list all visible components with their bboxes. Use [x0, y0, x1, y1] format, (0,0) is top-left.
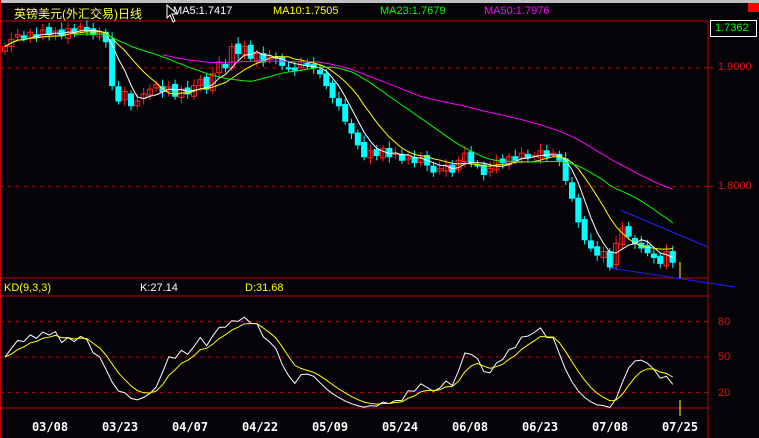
k-value: K:27.14 — [140, 282, 178, 294]
candle-down — [83, 27, 90, 31]
ma50-line — [162, 54, 673, 190]
chart-canvas[interactable] — [0, 0, 759, 438]
kd-tick-80: 80 — [718, 316, 731, 328]
candle-down — [606, 251, 613, 268]
x-tick: 06/23 — [521, 420, 559, 434]
candle-down — [650, 253, 657, 258]
candle-down — [317, 69, 323, 75]
candle-down — [304, 62, 311, 66]
candle-down — [575, 197, 582, 223]
candle-down — [285, 67, 292, 70]
kd-tick-50: 50 — [718, 351, 731, 363]
x-tick: 07/25 — [661, 420, 699, 434]
x-tick: 07/08 — [591, 420, 629, 434]
chart-title: 英镑美元(外汇交易)日线 — [14, 7, 142, 21]
x-tick: 05/09 — [311, 420, 349, 434]
candle-down — [109, 38, 116, 87]
candle-down — [411, 157, 418, 164]
candle-down — [594, 246, 601, 256]
candle-down — [361, 142, 368, 158]
candle-down — [291, 67, 298, 71]
x-tick: 06/08 — [451, 420, 489, 434]
candle-down — [342, 104, 349, 122]
x-tick: 04/22 — [241, 420, 279, 434]
candle-down — [335, 98, 342, 107]
candle-down — [474, 164, 481, 167]
ma5-line — [4, 29, 674, 258]
candle-down — [323, 73, 330, 87]
candle-down — [587, 240, 594, 249]
corner-indicator[interactable] — [748, 3, 759, 12]
x-tick: 03/08 — [31, 420, 69, 434]
forex-chart-window: 英镑美元(外汇交易)日线 MA5:1.7417 MA10:1.7505 MA23… — [0, 0, 759, 438]
ma10-line — [4, 31, 673, 250]
x-tick: 04/07 — [171, 420, 209, 434]
candle-down — [128, 93, 134, 107]
candle-down — [569, 182, 575, 199]
y-tick-1800: 1.8000 — [718, 180, 752, 192]
candle-down — [348, 123, 355, 134]
candle-down — [543, 150, 550, 158]
candle-down — [222, 63, 229, 69]
ma23-label: MA23:1.7679 — [380, 5, 446, 17]
current-price-box: 1.7362 — [710, 20, 757, 37]
x-tick: 05/24 — [381, 420, 419, 434]
candle-down — [247, 44, 254, 59]
ma5-label: MA5:1.7417 — [173, 5, 233, 17]
mouse-cursor-icon — [166, 4, 179, 23]
candle-down — [354, 132, 361, 146]
candle-down — [430, 165, 437, 173]
ma50-label: MA50:1.7976 — [484, 5, 550, 17]
ma10-label: MA10:1.7505 — [273, 5, 339, 17]
candle-down — [373, 149, 380, 157]
candle-down — [115, 86, 122, 102]
kd-tick-20: 20 — [718, 387, 731, 399]
candle-down — [329, 82, 336, 98]
kd-label: KD(9,3,3) — [4, 282, 52, 294]
candle-down — [581, 219, 588, 241]
candle-down — [657, 255, 664, 264]
candle-down — [468, 151, 475, 164]
candle-down — [20, 35, 27, 39]
candle-down — [625, 226, 632, 237]
d-value: D:31.68 — [245, 282, 284, 294]
candle-down — [512, 156, 519, 161]
x-tick: 03/23 — [101, 420, 139, 434]
candle-down — [235, 43, 242, 55]
y-tick-1900: 1.9000 — [718, 61, 752, 73]
